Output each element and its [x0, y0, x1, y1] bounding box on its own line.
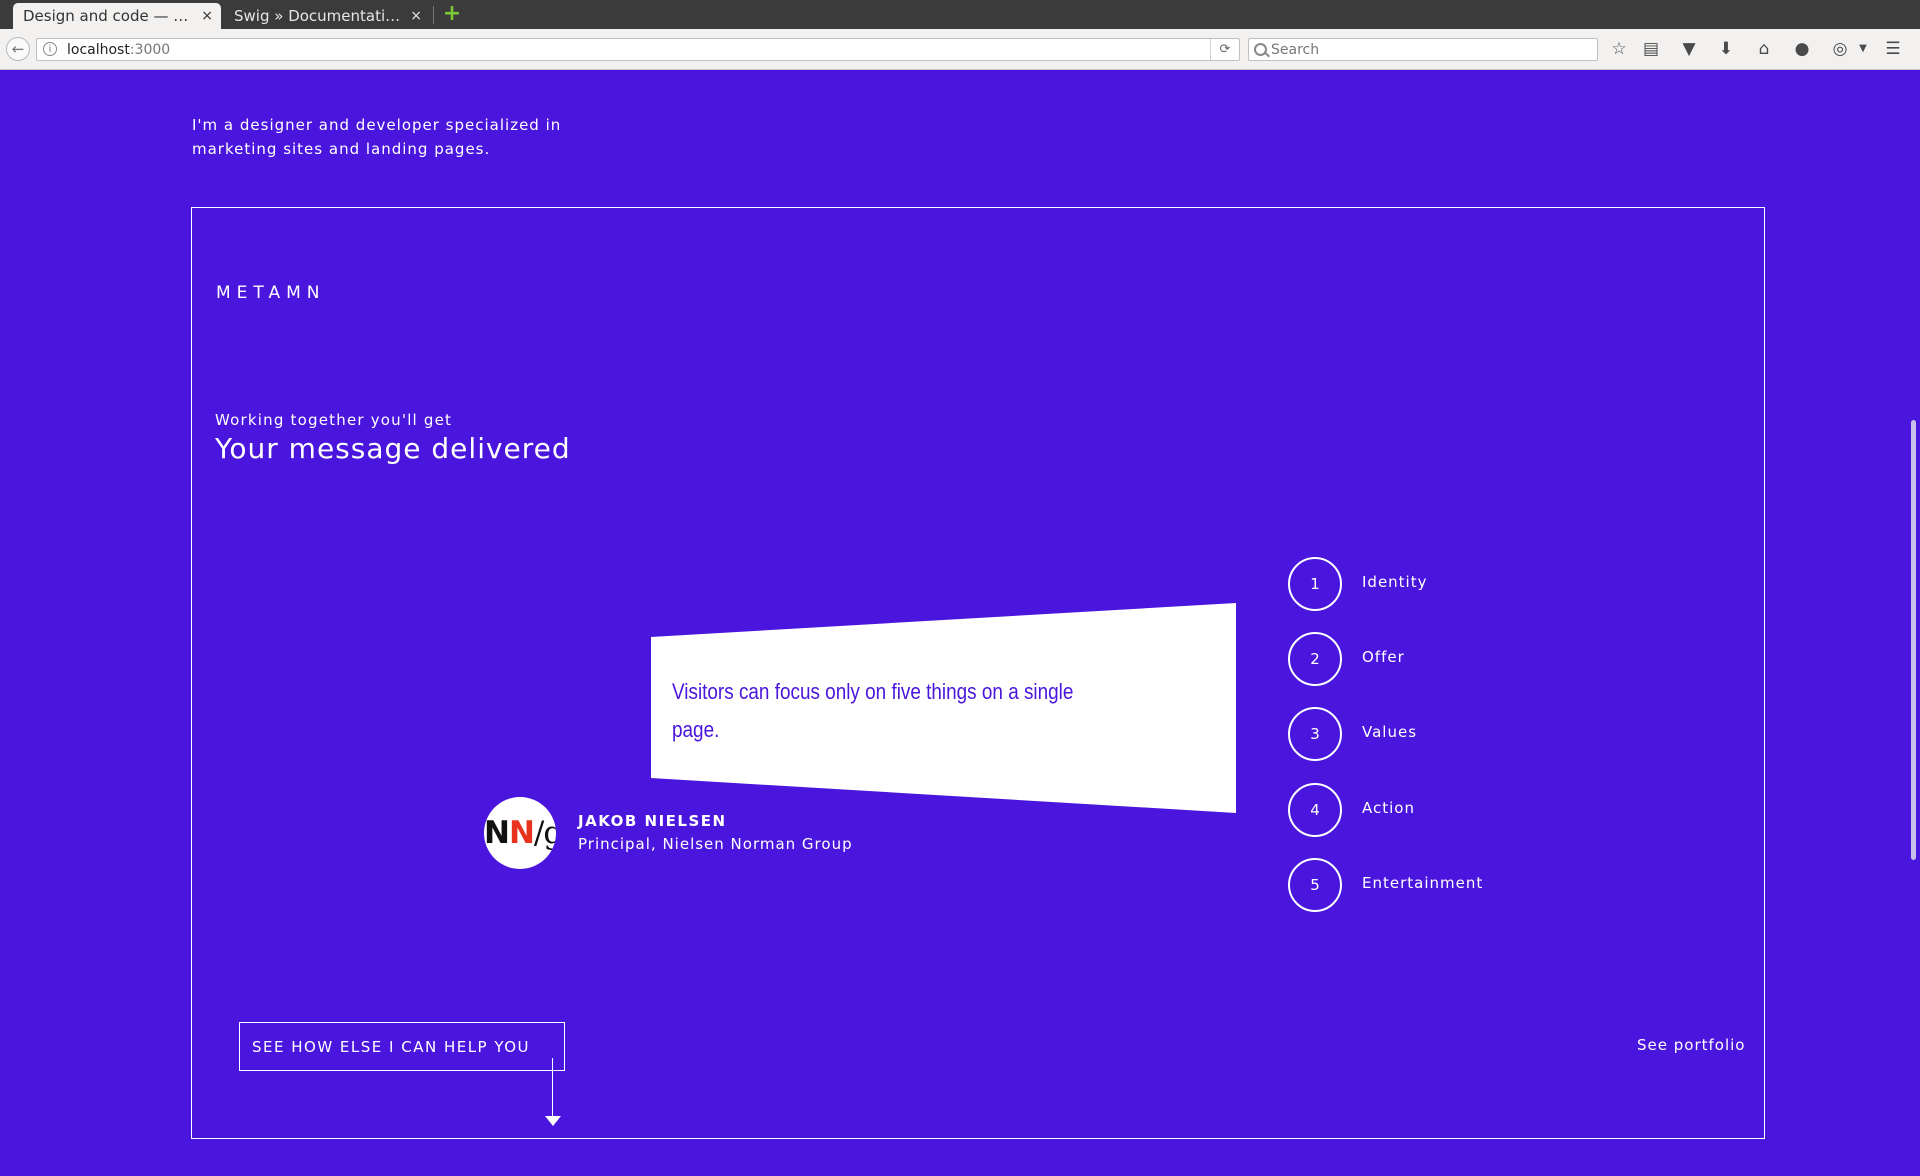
list-item: 3 Values [1288, 707, 1608, 761]
back-button[interactable]: ← [6, 37, 30, 61]
new-tab-button[interactable]: + [441, 3, 463, 25]
step-label: Identity [1362, 573, 1428, 591]
tab-swig-documentation[interactable]: Swig » Documentation »... × [224, 3, 430, 29]
close-icon[interactable]: × [201, 3, 213, 29]
author-name: JAKOB NIELSEN [578, 812, 727, 830]
tab-divider [433, 6, 434, 24]
url-bar[interactable]: i localhost:3000 ⟳ [36, 38, 1240, 61]
menu-icon[interactable]: ☰ [1882, 38, 1904, 60]
search-input[interactable] [1271, 39, 1591, 60]
navigation-toolbar: ← i localhost:3000 ⟳ ☆ ▤ ▼ ⬇ ⌂ ● ◎ ▼ ☰ [0, 29, 1920, 70]
page-scrollbar[interactable] [1906, 70, 1920, 1176]
adblock-icon[interactable]: ◎ [1829, 38, 1851, 60]
bookmark-star-icon[interactable]: ☆ [1608, 38, 1630, 60]
step-number: 2 [1288, 632, 1342, 686]
tab-bar: Design and code — Met... × Swig » Docume… [0, 0, 1920, 29]
chat-icon[interactable]: ● [1791, 38, 1813, 60]
scrollbar-thumb[interactable] [1911, 420, 1916, 860]
reading-list-icon[interactable]: ▤ [1640, 38, 1662, 60]
hero-frame: METAMN Working together you'll get Your … [191, 207, 1765, 1139]
tab-title: Design and code — Met... [23, 7, 191, 25]
download-icon[interactable]: ⬇ [1715, 38, 1737, 60]
url-port: :3000 [129, 42, 171, 58]
tab-title: Swig » Documentation »... [234, 7, 402, 25]
info-icon[interactable]: i [43, 42, 57, 56]
search-bar[interactable] [1248, 38, 1598, 61]
reload-icon[interactable]: ⟳ [1210, 39, 1239, 60]
list-item: 2 Offer [1288, 632, 1608, 686]
close-icon[interactable]: × [410, 3, 422, 29]
home-icon[interactable]: ⌂ [1753, 38, 1775, 60]
step-number: 3 [1288, 707, 1342, 761]
list-item: 5 Entertainment [1288, 858, 1608, 912]
author-role: Principal, Nielsen Norman Group [578, 835, 853, 853]
arrow-left-icon: ← [11, 40, 25, 58]
quote-text: Visitors can focus only on five things o… [672, 679, 1074, 742]
url-text: localhost:3000 [67, 41, 170, 59]
scroll-down-arrow-line [552, 1058, 553, 1119]
arrow-down-icon[interactable] [545, 1116, 561, 1126]
see-how-else-button[interactable]: SEE HOW ELSE I CAN HELP YOU [239, 1022, 565, 1071]
see-portfolio-link[interactable]: See portfolio [1637, 1036, 1745, 1054]
metamn-logo[interactable]: METAMN [216, 283, 326, 303]
nngroup-logo: NN/g [484, 797, 556, 869]
step-label: Action [1362, 799, 1415, 817]
step-number: 5 [1288, 858, 1342, 912]
step-number: 4 [1288, 783, 1342, 837]
chevron-down-icon[interactable]: ▼ [1852, 38, 1874, 60]
pocket-icon[interactable]: ▼ [1678, 38, 1700, 60]
tab-design-and-code[interactable]: Design and code — Met... × [13, 3, 221, 29]
intro-text: I'm a designer and developer specialized… [192, 116, 562, 158]
step-number: 1 [1288, 557, 1342, 611]
search-icon [1254, 43, 1267, 56]
url-host: localhost [67, 42, 130, 58]
step-label: Offer [1362, 648, 1405, 666]
list-item: 1 Identity [1288, 557, 1608, 611]
step-label: Entertainment [1362, 874, 1484, 892]
step-label: Values [1362, 723, 1418, 741]
section-headline: Your message delivered [215, 432, 571, 465]
section-eyebrow: Working together you'll get [215, 411, 453, 429]
list-item: 4 Action [1288, 783, 1608, 837]
quote-card: Visitors can focus only on five things o… [651, 603, 1237, 813]
